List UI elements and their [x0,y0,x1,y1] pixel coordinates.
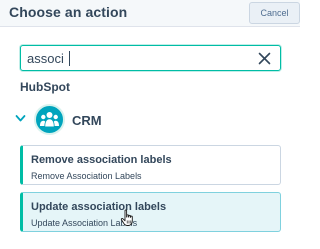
text-caret [69,51,70,66]
section-title-hubspot: HubSpot [20,80,70,94]
cancel-button[interactable]: Cancel [249,2,300,24]
dialog-header: Choose an action Cancel [0,0,300,27]
action-subtitle: Remove Association Labels [31,171,142,181]
action-update-association-labels[interactable]: Update association labels Update Associa… [20,192,281,232]
dialog-title: Choose an action [9,4,128,20]
action-remove-association-labels[interactable]: Remove association labels Remove Associa… [20,145,281,185]
crm-people-icon [34,104,65,135]
hand-pointer-icon [120,209,133,226]
search-input[interactable] [27,49,247,67]
group-label-crm: CRM [72,113,102,128]
group-crm[interactable]: CRM [15,104,215,136]
chevron-down-icon[interactable] [15,114,26,123]
action-title: Remove association labels [31,154,172,166]
search-field[interactable] [20,45,281,71]
clear-search-icon[interactable] [258,52,271,65]
action-title: Update association labels [31,201,167,213]
